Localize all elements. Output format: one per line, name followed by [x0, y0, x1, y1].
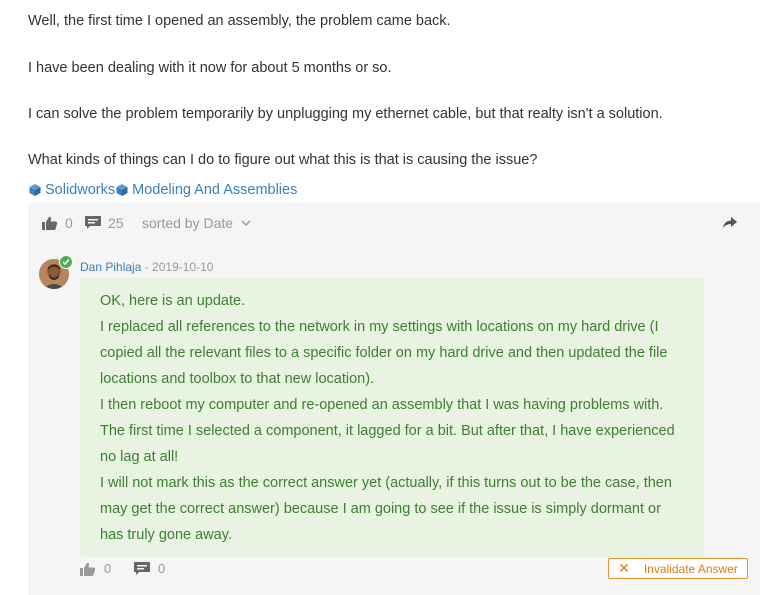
like-count: 0 — [65, 215, 73, 231]
author-name[interactable]: Dan Pihlaja — [80, 260, 141, 274]
sort-label: sorted by Date — [142, 215, 234, 231]
answer-line: I replaced all references to the network… — [100, 319, 659, 335]
close-icon: ✕ — [618, 560, 630, 576]
tag-list: Solidworks Modeling And Assemblies — [28, 180, 297, 200]
tag-label: Modeling And Assemblies — [132, 182, 298, 198]
comment-icon — [134, 561, 150, 575]
tag-label: Solidworks — [45, 182, 116, 198]
answer-line: locations and toolbox to that new locati… — [100, 371, 375, 387]
post-paragraph: I can solve the problem temporarily by u… — [28, 106, 663, 122]
cube-icon — [29, 184, 41, 196]
invalidate-label: Invalidate Answer — [643, 561, 738, 576]
answer-line: may get the correct answer) because I am… — [100, 501, 661, 517]
answer-date: - 2019-10-10 — [144, 260, 214, 274]
answer-line: The first time I selected a component, i… — [100, 423, 675, 439]
share-icon — [723, 217, 737, 228]
post-paragraph: What kinds of things can I do to figure … — [28, 152, 538, 168]
answer-comment-button[interactable]: 0 — [134, 561, 165, 576]
invalidate-answer-button[interactable]: ✕ Invalidate Answer — [608, 558, 748, 579]
tag-modeling-and-assemblies[interactable]: Modeling And Assemblies — [115, 182, 297, 198]
answer-like-button[interactable]: 0 — [80, 561, 111, 576]
answer-comment-count: 0 — [158, 561, 166, 576]
comment-icon — [85, 216, 101, 229]
thread-toolbar: 0 25 sorted by Date — [28, 203, 760, 243]
answer-meta: Dan Pihlaja - 2019-10-10 — [80, 260, 213, 274]
answer-line: OK, here is an update. — [100, 293, 246, 309]
post-paragraph: Well, the first time I opened an assembl… — [28, 13, 451, 29]
comment-thread: 0 25 sorted by Date Dan Pihlaja - 2019-1… — [28, 203, 760, 595]
verified-check-icon — [59, 255, 73, 269]
comment-count: 25 — [108, 215, 124, 231]
post-paragraph: I have been dealing with it now for abou… — [28, 60, 392, 76]
chevron-down-icon — [241, 220, 251, 227]
cube-icon — [116, 184, 128, 196]
thumbs-up-icon — [80, 562, 96, 576]
answer-line: I will not mark this as the correct answ… — [100, 475, 672, 491]
answer-like-count: 0 — [104, 561, 112, 576]
tag-solidworks[interactable]: Solidworks — [28, 182, 115, 198]
share-button[interactable] — [723, 215, 737, 231]
answer-line: I then reboot my computer and re-opened … — [100, 397, 664, 413]
answer-body: OK, here is an update. I replaced all re… — [80, 278, 704, 557]
answer-line: no lag at all! — [100, 449, 179, 465]
sort-dropdown[interactable]: sorted by Date — [142, 215, 251, 231]
comments-button[interactable]: 25 — [85, 215, 124, 231]
answer-line: copied all the relevant files to a speci… — [100, 345, 668, 361]
thumbs-up-icon — [42, 216, 58, 230]
answer-line: has truly gone away. — [100, 527, 232, 543]
like-button[interactable]: 0 — [42, 215, 73, 231]
